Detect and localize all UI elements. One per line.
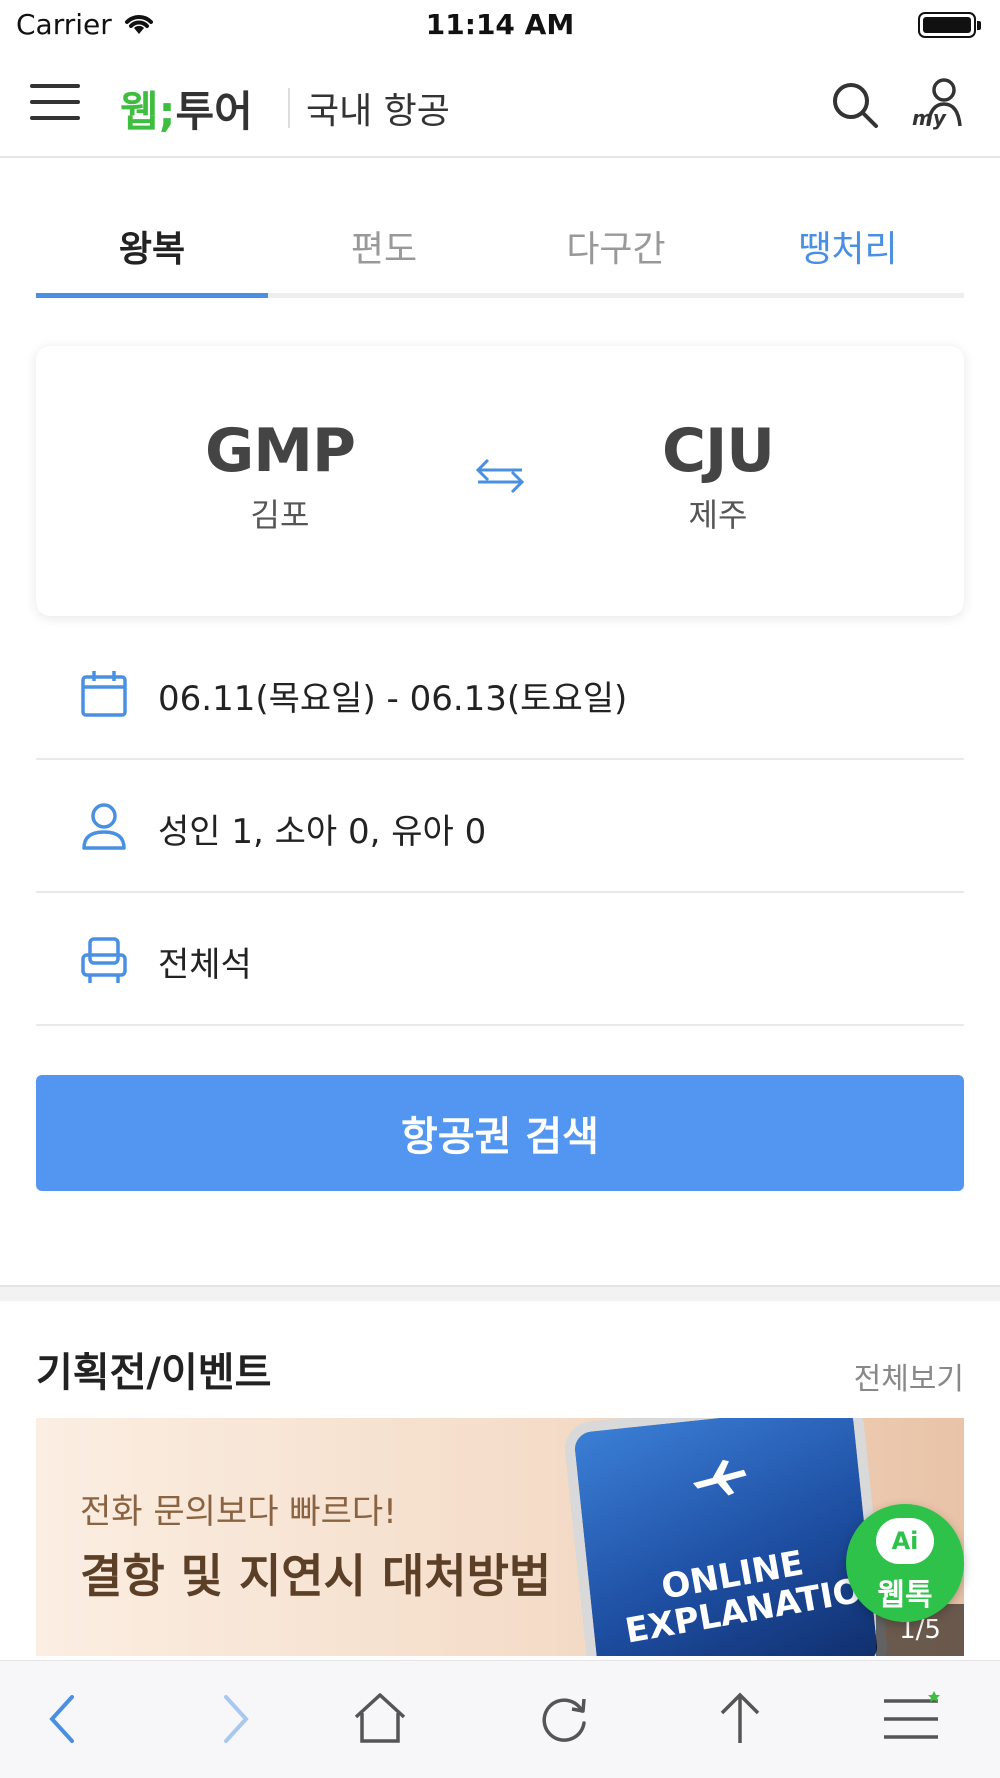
calendar-icon (80, 669, 128, 723)
date-range: 06.11(목요일) - 06.13(토요일) (158, 679, 628, 719)
tab-last-minute[interactable]: 땡처리 (732, 200, 964, 293)
airplane-icon (687, 1455, 751, 1505)
arrival-code: CJU (661, 416, 775, 486)
app-header: 웹;투어 국내 항공 my (0, 58, 1000, 158)
events-title: 기획전/이벤트 (36, 1350, 272, 1396)
chat-bot-button[interactable]: Ai 웹톡 (846, 1504, 964, 1622)
seat-class-row[interactable]: 전체석 (36, 893, 964, 1026)
status-bar: Carrier 11:14 AM (0, 0, 1000, 50)
seat-class: 전체석 (158, 945, 252, 985)
logo-mark: ; (158, 87, 176, 136)
tab-multi-city[interactable]: 다구간 (500, 200, 732, 293)
seat-icon (80, 935, 128, 989)
page-title: 국내 항공 (306, 91, 450, 132)
trip-type-tabs: 왕복 편도 다구간 땡처리 (36, 200, 964, 298)
arrival-name: 제주 (688, 496, 748, 534)
back-icon[interactable] (44, 1691, 84, 1751)
search-flights-button[interactable]: 항공권 검색 (36, 1075, 964, 1191)
section-divider (0, 1285, 1000, 1301)
arrival-airport[interactable]: CJU 제주 (588, 416, 848, 536)
phone-text: ONLINE EXPLANATION (622, 1543, 893, 1653)
status-time: 11:14 AM (425, 8, 575, 41)
route-card: GMP 김포 CJU 제주 (36, 346, 964, 616)
date-row[interactable]: 06.11(목요일) - 06.13(토요일) (36, 627, 964, 760)
tab-round-trip[interactable]: 왕복 (36, 200, 268, 298)
event-banner[interactable]: 전화 문의보다 빠르다! 결항 및 지연시 대처방법 ONLINE EXPLAN… (36, 1418, 964, 1656)
departure-name: 김포 (250, 496, 310, 534)
swap-arrows-icon[interactable] (472, 456, 528, 500)
search-icon[interactable] (830, 80, 880, 134)
browser-toolbar (0, 1660, 1000, 1778)
departure-airport[interactable]: GMP 김포 (150, 416, 410, 536)
person-icon (80, 802, 128, 856)
share-icon[interactable] (712, 1691, 768, 1751)
menu-icon[interactable] (882, 1691, 942, 1751)
header-divider (288, 88, 290, 128)
my-page-icon[interactable]: my (910, 76, 966, 136)
banner-title: 결항 및 지연시 대처방법 (80, 1549, 552, 1603)
chat-label: 웹톡 (877, 1578, 933, 1613)
forward-icon[interactable] (214, 1691, 254, 1751)
menu-icon[interactable] (30, 84, 80, 124)
tab-one-way[interactable]: 편도 (268, 200, 500, 293)
view-all-link[interactable]: 전체보기 (854, 1354, 964, 1398)
logo-left: 웹 (120, 87, 159, 136)
logo[interactable]: 웹;투어 (120, 78, 253, 139)
banner-subtitle: 전화 문의보다 빠르다! (80, 1492, 397, 1532)
passenger-count: 성인 1, 소아 0, 유아 0 (158, 812, 487, 852)
chat-ai-badge: Ai (876, 1518, 934, 1564)
my-label: my (912, 106, 946, 130)
departure-code: GMP (205, 416, 356, 486)
passenger-row[interactable]: 성인 1, 소아 0, 유아 0 (36, 760, 964, 893)
battery-icon (918, 12, 981, 38)
reload-icon[interactable] (536, 1691, 592, 1751)
phone-image: ONLINE EXPLANATION (562, 1418, 893, 1656)
home-icon[interactable] (352, 1691, 408, 1751)
logo-right: 투어 (175, 87, 253, 136)
